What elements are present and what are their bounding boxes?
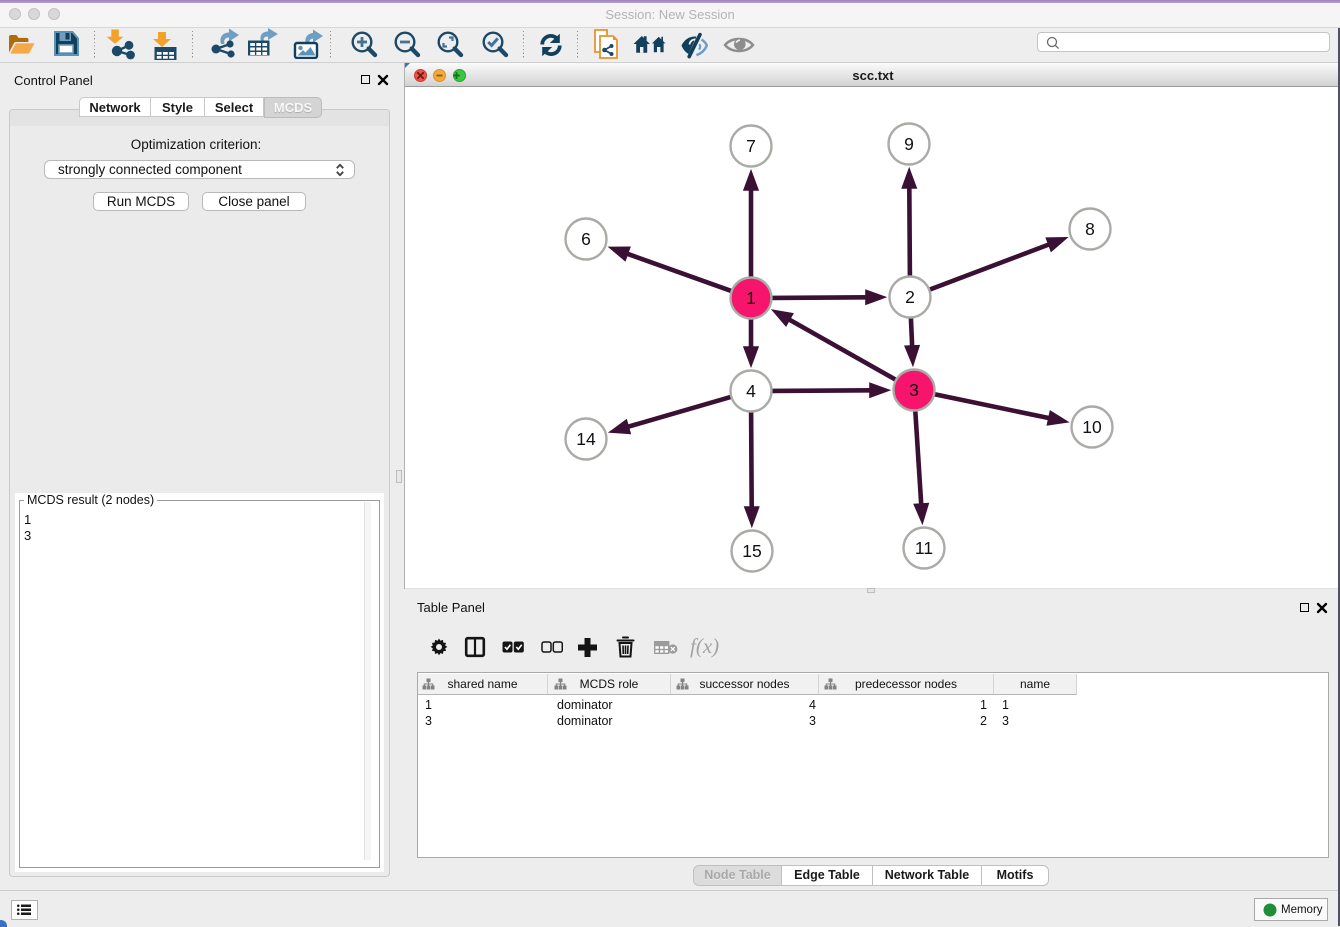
svg-text:6: 6 <box>581 229 591 249</box>
svg-text:2: 2 <box>905 287 915 307</box>
svg-text:10: 10 <box>1082 417 1102 437</box>
svg-text:4: 4 <box>746 381 756 401</box>
svg-text:3: 3 <box>909 380 919 400</box>
svg-text:7: 7 <box>746 136 756 156</box>
svg-text:14: 14 <box>576 429 596 449</box>
svg-text:1: 1 <box>746 288 756 308</box>
svg-text:15: 15 <box>742 541 761 561</box>
svg-text:11: 11 <box>915 538 933 558</box>
svg-text:8: 8 <box>1085 219 1095 239</box>
svg-text:9: 9 <box>904 134 914 154</box>
